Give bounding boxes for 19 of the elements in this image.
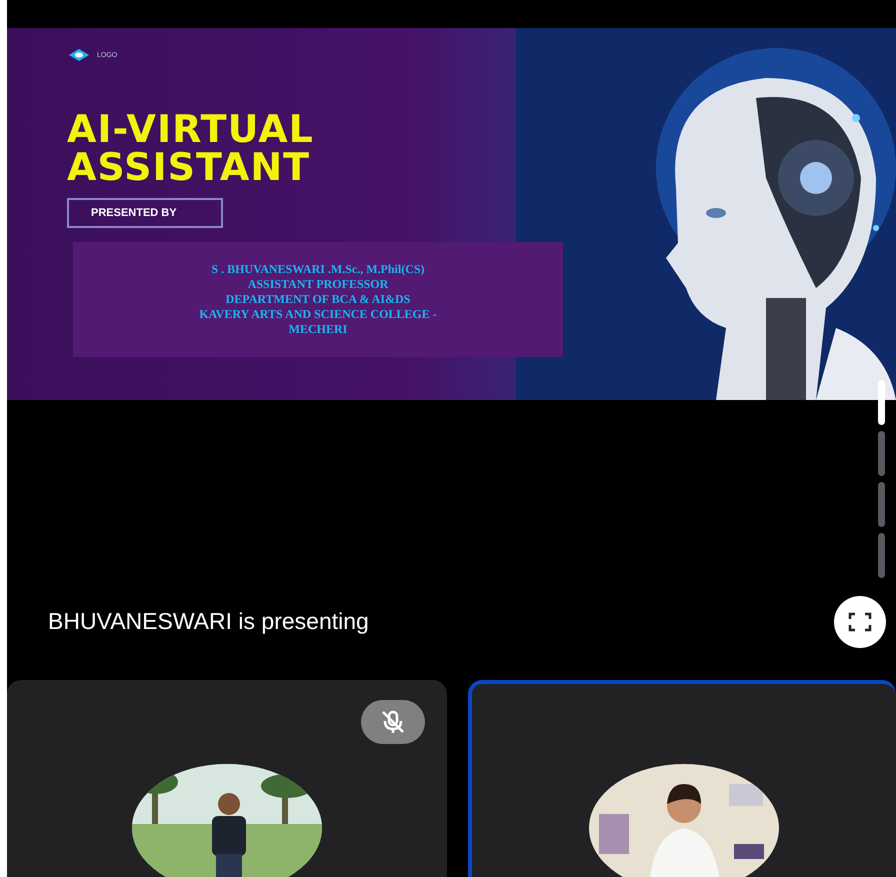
logo-icon (67, 48, 91, 62)
slide-title: ASSISTANT (67, 148, 312, 186)
presenter-info: DEPARTMENT OF BCA & AI&DS (226, 292, 410, 307)
presenter-info: KAVERY ARTS AND SCIENCE COLLEGE - (199, 307, 437, 322)
fullscreen-icon (848, 612, 872, 632)
page-indicator-segment[interactable] (878, 431, 885, 476)
presented-by-label: PRESENTED BY (67, 198, 223, 228)
presenting-label: BHUVANESWARI is presenting (48, 608, 369, 635)
participant-tile[interactable] (7, 680, 447, 877)
fullscreen-button[interactable] (834, 596, 886, 648)
page-indicator-segment[interactable] (878, 482, 885, 527)
presenter-info: MECHERI (288, 322, 348, 337)
presenter-info: ASSISTANT PROFESSOR (248, 277, 388, 292)
page-indicator-segment[interactable] (878, 533, 885, 578)
participant-tile[interactable] (468, 680, 896, 877)
page-indicator-segment[interactable] (878, 380, 885, 425)
slide-title: AI-VIRTUAL (67, 110, 314, 148)
presenter-info: S . BHUVANESWARI .M.Sc., M.Phil(CS) (211, 262, 425, 277)
mic-off-icon (380, 709, 406, 735)
